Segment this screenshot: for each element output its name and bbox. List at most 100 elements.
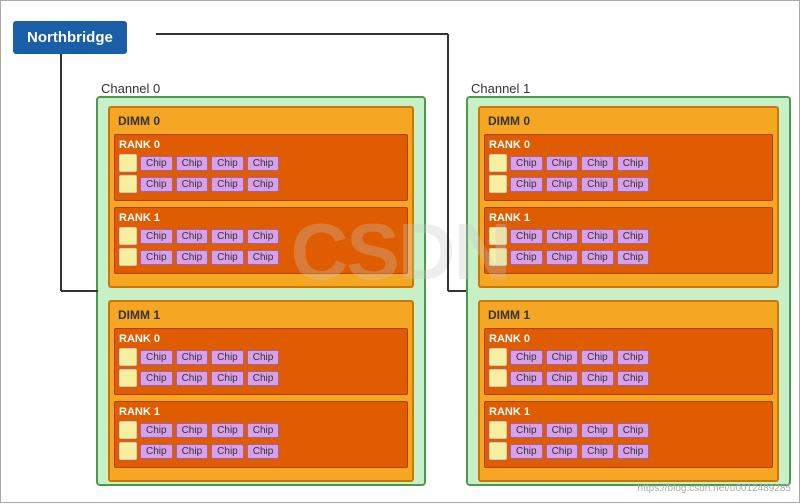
chip: Chip: [581, 444, 614, 459]
chip: Chip: [176, 156, 209, 171]
chip: Chip: [140, 229, 173, 244]
chip-strip: [119, 154, 137, 172]
chip: Chip: [247, 229, 280, 244]
rank-0-1-0-label: RANK 0: [119, 333, 403, 345]
chip: Chip: [581, 156, 614, 171]
chip: Chip: [510, 250, 543, 265]
chip-row: Chip Chip Chip Chip: [489, 248, 768, 266]
rank-0-1-1-box: RANK 1 Chip Chip Chip Chip Chip Chip Chi…: [114, 401, 408, 468]
chip: Chip: [617, 423, 650, 438]
rank-0-0-0-label: RANK 0: [119, 139, 403, 151]
chip-strip: [119, 369, 137, 387]
chip-row: Chip Chip Chip Chip: [119, 175, 403, 193]
chip: Chip: [617, 444, 650, 459]
chip: Chip: [211, 229, 244, 244]
chip: Chip: [247, 444, 280, 459]
chip: Chip: [617, 250, 650, 265]
northbridge-box: Northbridge: [13, 21, 127, 54]
chip: Chip: [211, 350, 244, 365]
chip: Chip: [247, 156, 280, 171]
chip: Chip: [247, 250, 280, 265]
chip-strip: [119, 248, 137, 266]
rank-0-1-0-box: RANK 0 Chip Chip Chip Chip Chip Chip Chi…: [114, 328, 408, 395]
chip: Chip: [510, 371, 543, 386]
chip: Chip: [140, 177, 173, 192]
chip: Chip: [581, 229, 614, 244]
dimm-1-0-label: DIMM 0: [484, 112, 773, 130]
chip: Chip: [546, 177, 579, 192]
chip-strip: [489, 421, 507, 439]
chip: Chip: [247, 177, 280, 192]
chip-row: Chip Chip Chip Chip: [119, 442, 403, 460]
chip-strip: [119, 348, 137, 366]
chip-row: Chip Chip Chip Chip: [489, 154, 768, 172]
chip: Chip: [546, 156, 579, 171]
chip: Chip: [510, 350, 543, 365]
chip: Chip: [617, 156, 650, 171]
rank-1-1-1-label: RANK 1: [489, 406, 768, 418]
chip-row: Chip Chip Chip Chip: [119, 154, 403, 172]
chip: Chip: [211, 156, 244, 171]
rank-1-1-1-box: RANK 1 Chip Chip Chip Chip Chip Chip Chi…: [484, 401, 773, 468]
chip: Chip: [176, 229, 209, 244]
chip-strip: [489, 248, 507, 266]
chip: Chip: [546, 250, 579, 265]
chip: Chip: [546, 444, 579, 459]
chip: Chip: [581, 350, 614, 365]
chip-strip: [489, 348, 507, 366]
dimm-0-0-box: DIMM 0 RANK 0 Chip Chip Chip Chip Chip C…: [108, 106, 414, 288]
chip-row: Chip Chip Chip Chip: [489, 421, 768, 439]
chip-strip: [119, 421, 137, 439]
rank-1-1-0-box: RANK 0 Chip Chip Chip Chip Chip Chip Chi…: [484, 328, 773, 395]
chip: Chip: [140, 371, 173, 386]
chip: Chip: [247, 350, 280, 365]
chip-row: Chip Chip Chip Chip: [119, 369, 403, 387]
chip-row: Chip Chip Chip Chip: [489, 442, 768, 460]
chip-row: Chip Chip Chip Chip: [119, 421, 403, 439]
chip-row: Chip Chip Chip Chip: [489, 227, 768, 245]
chip: Chip: [581, 371, 614, 386]
chip: Chip: [247, 423, 280, 438]
chip: Chip: [211, 423, 244, 438]
chip: Chip: [617, 229, 650, 244]
chip: Chip: [546, 371, 579, 386]
rank-0-0-1-label: RANK 1: [119, 212, 403, 224]
rank-1-0-1-box: RANK 1 Chip Chip Chip Chip Chip Chip Chi…: [484, 207, 773, 274]
dimm-0-1-label: DIMM 1: [114, 306, 408, 324]
chip: Chip: [510, 156, 543, 171]
dimm-1-1-label: DIMM 1: [484, 306, 773, 324]
chip: Chip: [211, 444, 244, 459]
chip: Chip: [617, 350, 650, 365]
watermark-text: https://blog.csdn.net/u0012489285: [638, 483, 791, 494]
chip: Chip: [176, 423, 209, 438]
chip-strip: [489, 369, 507, 387]
chip-strip: [489, 227, 507, 245]
chip-row: Chip Chip Chip Chip: [119, 348, 403, 366]
chip-row: Chip Chip Chip Chip: [119, 248, 403, 266]
chip-strip: [119, 175, 137, 193]
chip: Chip: [581, 177, 614, 192]
rank-1-0-1-label: RANK 1: [489, 212, 768, 224]
chip: Chip: [211, 177, 244, 192]
chip-row: Chip Chip Chip Chip: [489, 348, 768, 366]
northbridge-label: Northbridge: [27, 29, 113, 46]
chip: Chip: [140, 350, 173, 365]
chip: Chip: [581, 250, 614, 265]
chip: Chip: [617, 371, 650, 386]
chip: Chip: [510, 444, 543, 459]
chip: Chip: [140, 250, 173, 265]
chip: Chip: [176, 177, 209, 192]
chip-row: Chip Chip Chip Chip: [489, 369, 768, 387]
dimm-0-1-box: DIMM 1 RANK 0 Chip Chip Chip Chip Chip C…: [108, 300, 414, 482]
chip-strip: [489, 175, 507, 193]
rank-1-0-0-box: RANK 0 Chip Chip Chip Chip Chip Chip Chi…: [484, 134, 773, 201]
dimm-1-0-box: DIMM 0 RANK 0 Chip Chip Chip Chip Chip C…: [478, 106, 779, 288]
chip-strip: [489, 442, 507, 460]
chip: Chip: [211, 250, 244, 265]
main-container: CSDN Northbridge Channel 0 Channel 1 DIM…: [0, 0, 800, 503]
chip: Chip: [176, 371, 209, 386]
rank-0-0-1-box: RANK 1 Chip Chip Chip Chip Chip Chip Chi…: [114, 207, 408, 274]
chip: Chip: [510, 177, 543, 192]
chip-strip: [119, 227, 137, 245]
chip: Chip: [140, 423, 173, 438]
